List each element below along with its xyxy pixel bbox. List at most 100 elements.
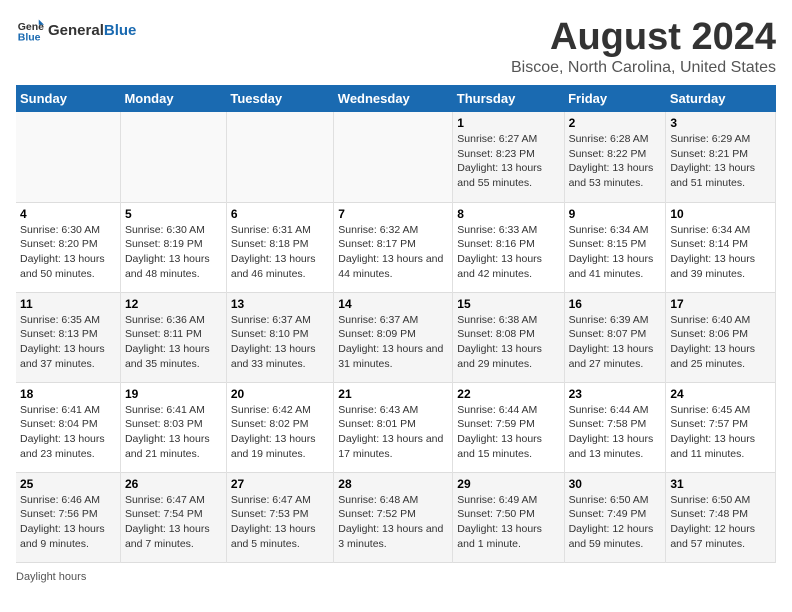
day-number: 6	[231, 207, 329, 221]
calendar-cell: 11 Sunrise: 6:35 AM Sunset: 8:13 PM Dayli…	[16, 292, 120, 382]
calendar-cell: 28 Sunrise: 6:48 AM Sunset: 7:52 PM Dayli…	[334, 472, 453, 562]
weekday-header-tuesday: Tuesday	[226, 85, 333, 112]
day-info: Sunrise: 6:47 AM Sunset: 7:54 PM Dayligh…	[125, 493, 222, 552]
day-number: 30	[569, 477, 662, 491]
day-number: 16	[569, 297, 662, 311]
day-info: Sunrise: 6:30 AM Sunset: 8:19 PM Dayligh…	[125, 223, 222, 282]
calendar-cell: 26Sunrise: 6:47 AM Sunset: 7:54 PM Dayli…	[120, 472, 226, 562]
calendar-cell: 31Sunrise: 6:50 AM Sunset: 7:48 PM Dayli…	[666, 472, 776, 562]
day-info: Sunrise: 6:42 AM Sunset: 8:02 PM Dayligh…	[231, 403, 329, 462]
svg-text:Blue: Blue	[18, 32, 41, 44]
day-info: Sunrise: 6:37 AM Sunset: 8:09 PM Dayligh…	[338, 313, 448, 372]
calendar-cell: 15 Sunrise: 6:38 AM Sunset: 8:08 PM Dayli…	[453, 292, 564, 382]
day-info: Sunrise: 6:32 AM Sunset: 8:17 PM Dayligh…	[338, 223, 448, 282]
calendar-week-row: 1Sunrise: 6:27 AM Sunset: 8:23 PM Daylig…	[16, 112, 776, 202]
calendar-week-row: 18Sunrise: 6:41 AM Sunset: 8:04 PM Dayli…	[16, 382, 776, 472]
day-info: Sunrise: 6:46 AM Sunset: 7:56 PM Dayligh…	[20, 493, 116, 552]
calendar-cell: 23Sunrise: 6:44 AM Sunset: 7:58 PM Dayli…	[564, 382, 666, 472]
day-number: 22	[457, 387, 559, 401]
calendar-table: SundayMondayTuesdayWednesdayThursdayFrid…	[16, 85, 776, 563]
weekday-header-wednesday: Wednesday	[334, 85, 453, 112]
weekday-header-row: SundayMondayTuesdayWednesdayThursdayFrid…	[16, 85, 776, 112]
day-number: 9	[569, 207, 662, 221]
calendar-cell: 9 Sunrise: 6:34 AM Sunset: 8:15 PM Daylig…	[564, 202, 666, 292]
day-info: Sunrise: 6:43 AM Sunset: 8:01 PM Dayligh…	[338, 403, 448, 462]
day-number: 28	[338, 477, 448, 491]
day-info: Sunrise: 6:44 AM Sunset: 7:59 PM Dayligh…	[457, 403, 559, 462]
day-number: 31	[670, 477, 771, 491]
calendar-cell: 20 Sunrise: 6:42 AM Sunset: 8:02 PM Dayli…	[226, 382, 333, 472]
day-number: 24	[670, 387, 771, 401]
calendar-cell: 22 Sunrise: 6:44 AM Sunset: 7:59 PM Dayli…	[453, 382, 564, 472]
calendar-week-row: 11 Sunrise: 6:35 AM Sunset: 8:13 PM Dayli…	[16, 292, 776, 382]
calendar-cell: 17Sunrise: 6:40 AM Sunset: 8:06 PM Dayli…	[666, 292, 776, 382]
day-number: 12	[125, 297, 222, 311]
day-info: Sunrise: 6:34 AM Sunset: 8:15 PM Dayligh…	[569, 223, 662, 282]
calendar-cell	[334, 112, 453, 202]
logo-blue: Blue	[104, 22, 137, 39]
day-number: 5	[125, 207, 222, 221]
day-info: Sunrise: 6:44 AM Sunset: 7:58 PM Dayligh…	[569, 403, 662, 462]
day-number: 29	[457, 477, 559, 491]
day-number: 25	[20, 477, 116, 491]
calendar-cell: 13Sunrise: 6:37 AM Sunset: 8:10 PM Dayli…	[226, 292, 333, 382]
logo-general: General	[48, 22, 104, 39]
logo: General Blue GeneralBlue	[16, 16, 136, 44]
day-info: Sunrise: 6:48 AM Sunset: 7:52 PM Dayligh…	[338, 493, 448, 552]
day-number: 15	[457, 297, 559, 311]
calendar-cell: 18Sunrise: 6:41 AM Sunset: 8:04 PM Dayli…	[16, 382, 120, 472]
calendar-cell: 21 Sunrise: 6:43 AM Sunset: 8:01 PM Dayli…	[334, 382, 453, 472]
day-info: Sunrise: 6:49 AM Sunset: 7:50 PM Dayligh…	[457, 493, 559, 552]
day-number: 4	[20, 207, 116, 221]
day-info: Sunrise: 6:47 AM Sunset: 7:53 PM Dayligh…	[231, 493, 329, 552]
day-info: Sunrise: 6:50 AM Sunset: 7:49 PM Dayligh…	[569, 493, 662, 552]
day-number: 11	[20, 297, 116, 311]
day-info: Sunrise: 6:27 AM Sunset: 8:23 PM Dayligh…	[457, 132, 559, 191]
weekday-header-thursday: Thursday	[453, 85, 564, 112]
calendar-cell: 25 Sunrise: 6:46 AM Sunset: 7:56 PM Dayli…	[16, 472, 120, 562]
day-info: Sunrise: 6:33 AM Sunset: 8:16 PM Dayligh…	[457, 223, 559, 282]
day-number: 20	[231, 387, 329, 401]
day-number: 19	[125, 387, 222, 401]
day-number: 21	[338, 387, 448, 401]
footer: Daylight hours	[16, 571, 776, 583]
day-info: Sunrise: 6:45 AM Sunset: 7:57 PM Dayligh…	[670, 403, 771, 462]
day-number: 27	[231, 477, 329, 491]
calendar-cell: 30 Sunrise: 6:50 AM Sunset: 7:49 PM Dayli…	[564, 472, 666, 562]
day-info: Sunrise: 6:37 AM Sunset: 8:10 PM Dayligh…	[231, 313, 329, 372]
calendar-cell: 19 Sunrise: 6:41 AM Sunset: 8:03 PM Dayli…	[120, 382, 226, 472]
calendar-cell: 24 Sunrise: 6:45 AM Sunset: 7:57 PM Dayli…	[666, 382, 776, 472]
day-number: 8	[457, 207, 559, 221]
calendar-cell: 12 Sunrise: 6:36 AM Sunset: 8:11 PM Dayli…	[120, 292, 226, 382]
day-number: 10	[670, 207, 771, 221]
day-info: Sunrise: 6:31 AM Sunset: 8:18 PM Dayligh…	[231, 223, 329, 282]
calendar-cell: 29 Sunrise: 6:49 AM Sunset: 7:50 PM Dayli…	[453, 472, 564, 562]
day-number: 18	[20, 387, 116, 401]
calendar-cell: 10Sunrise: 6:34 AM Sunset: 8:14 PM Dayli…	[666, 202, 776, 292]
calendar-cell: 16 Sunrise: 6:39 AM Sunset: 8:07 PM Dayli…	[564, 292, 666, 382]
day-number: 2	[569, 116, 662, 130]
day-info: Sunrise: 6:30 AM Sunset: 8:20 PM Dayligh…	[20, 223, 116, 282]
day-info: Sunrise: 6:39 AM Sunset: 8:07 PM Dayligh…	[569, 313, 662, 372]
day-info: Sunrise: 6:40 AM Sunset: 8:06 PM Dayligh…	[670, 313, 771, 372]
weekday-header-friday: Friday	[564, 85, 666, 112]
page-subtitle: Biscoe, North Carolina, United States	[511, 59, 776, 77]
day-info: Sunrise: 6:35 AM Sunset: 8:13 PM Dayligh…	[20, 313, 116, 372]
day-info: Sunrise: 6:41 AM Sunset: 8:03 PM Dayligh…	[125, 403, 222, 462]
calendar-cell	[16, 112, 120, 202]
calendar-cell: 27 Sunrise: 6:47 AM Sunset: 7:53 PM Dayli…	[226, 472, 333, 562]
day-number: 3	[670, 116, 771, 130]
calendar-cell	[120, 112, 226, 202]
calendar-cell: 7Sunrise: 6:32 AM Sunset: 8:17 PM Daylig…	[334, 202, 453, 292]
calendar-cell	[226, 112, 333, 202]
weekday-header-sunday: Sunday	[16, 85, 120, 112]
day-info: Sunrise: 6:29 AM Sunset: 8:21 PM Dayligh…	[670, 132, 771, 191]
calendar-cell: 2Sunrise: 6:28 AM Sunset: 8:22 PM Daylig…	[564, 112, 666, 202]
day-info: Sunrise: 6:36 AM Sunset: 8:11 PM Dayligh…	[125, 313, 222, 372]
calendar-week-row: 4 Sunrise: 6:30 AM Sunset: 8:20 PM Daylig…	[16, 202, 776, 292]
day-number: 14	[338, 297, 448, 311]
calendar-cell: 6 Sunrise: 6:31 AM Sunset: 8:18 PM Daylig…	[226, 202, 333, 292]
day-info: Sunrise: 6:38 AM Sunset: 8:08 PM Dayligh…	[457, 313, 559, 372]
calendar-cell: 14 Sunrise: 6:37 AM Sunset: 8:09 PM Dayli…	[334, 292, 453, 382]
page-title: August 2024	[511, 16, 776, 59]
